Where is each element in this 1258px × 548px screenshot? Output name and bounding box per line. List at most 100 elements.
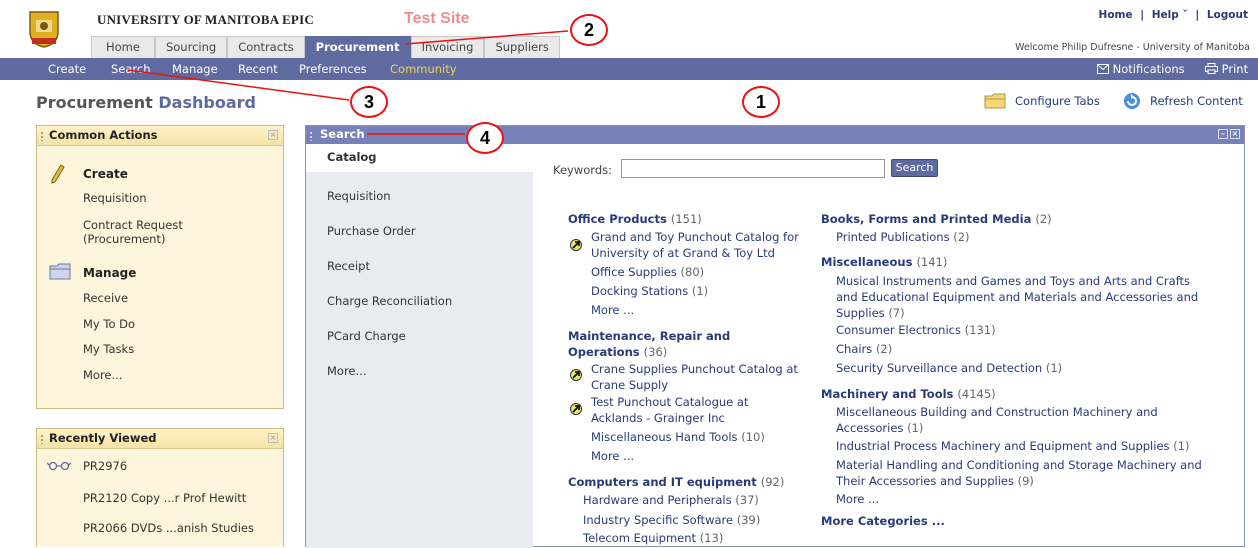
category-office-products[interactable]: Office Products (151) xyxy=(568,211,702,227)
more-link[interactable]: More... xyxy=(83,368,122,382)
contract-request-link[interactable]: Contract Request (Procurement) xyxy=(83,218,183,246)
subcategory-name: Consumer Electronics xyxy=(836,323,961,337)
subcategory-industrial-process[interactable]: Industrial Process Machinery and Equipme… xyxy=(836,438,1189,454)
punchout-crane[interactable]: Crane Supplies Punchout Catalog at Crane… xyxy=(591,361,798,393)
recent-item[interactable]: PR2976 xyxy=(83,459,127,473)
tab-sourcing[interactable]: Sourcing xyxy=(154,36,228,58)
search-menu-more[interactable]: More... xyxy=(327,364,366,378)
subcategory-line: Accessories xyxy=(836,421,904,435)
category-computers[interactable]: Computers and IT equipment (92) xyxy=(568,474,784,490)
create-heading: Create xyxy=(83,167,128,181)
subcategory-software[interactable]: Industry Specific Software (39) xyxy=(583,512,760,528)
recent-item[interactable]: PR2120 Copy ...r Prof Hewitt xyxy=(83,491,246,505)
close-icon[interactable]: × xyxy=(1230,129,1240,139)
machinery-more-link[interactable]: More ... xyxy=(836,491,879,507)
subcategory-hardware[interactable]: Hardware and Peripherals (37) xyxy=(583,492,759,508)
category-machinery[interactable]: Machinery and Tools (4145) xyxy=(821,386,996,402)
my-todo-link[interactable]: My To Do xyxy=(83,317,135,331)
search-menu-charge-reconciliation[interactable]: Charge Reconciliation xyxy=(327,294,452,308)
subcategory-count: (1) xyxy=(907,421,924,435)
subcategory-name: Industry Specific Software xyxy=(583,513,734,527)
tab-contracts[interactable]: Contracts xyxy=(227,36,305,58)
subcategory-docking-stations[interactable]: Docking Stations (1) xyxy=(591,283,708,299)
search-button[interactable]: Search xyxy=(891,159,938,177)
logout-link[interactable]: Logout xyxy=(1205,9,1250,21)
punchout-icon xyxy=(570,403,582,415)
subnav-community[interactable]: Community xyxy=(390,62,457,76)
category-count: (151) xyxy=(670,212,702,226)
category-books[interactable]: Books, Forms and Printed Media (2) xyxy=(821,211,1052,227)
subcategory-printed-publications[interactable]: Printed Publications (2) xyxy=(836,229,970,245)
common-actions-title: Common Actions xyxy=(49,128,158,142)
subcategory-name: Hardware and Peripherals xyxy=(583,493,732,507)
search-menu-requisition[interactable]: Requisition xyxy=(327,189,391,203)
notifications-link[interactable]: Notifications xyxy=(1097,62,1185,76)
search-panel-header[interactable]: Search – × xyxy=(306,126,1244,144)
category-name: Machinery and Tools xyxy=(821,387,954,401)
recently-viewed-title: Recently Viewed xyxy=(49,431,157,445)
print-label: Print xyxy=(1221,62,1249,76)
search-menu-receipt[interactable]: Receipt xyxy=(327,259,370,273)
mro-more-link[interactable]: More ... xyxy=(591,448,634,464)
subcategory-building-machinery[interactable]: Miscellaneous Building and Construction … xyxy=(836,404,1158,436)
tab-suppliers[interactable]: Suppliers xyxy=(484,36,560,58)
page-title-part1: Procurement xyxy=(36,93,153,112)
test-site-label: Test Site xyxy=(404,10,470,27)
subcategory-name: Office Supplies xyxy=(591,265,677,279)
punchout-acklands[interactable]: Test Punchout Catalogue at Acklands - Gr… xyxy=(591,394,748,426)
subcategory-count: (7) xyxy=(888,306,905,320)
subnav-create[interactable]: Create xyxy=(48,62,86,76)
sub-navigation: Create Search Manage Recent Preferences … xyxy=(0,58,1258,80)
subcategory-security[interactable]: Security Surveillance and Detection (1) xyxy=(836,360,1062,376)
subcategory-musical-instruments[interactable]: Musical Instruments and Games and Toys a… xyxy=(836,273,1198,321)
search-menu-pcard-charge[interactable]: PCard Charge xyxy=(327,329,406,343)
category-name: Books, Forms and Printed Media xyxy=(821,212,1032,226)
subnav-recent[interactable]: Recent xyxy=(238,62,278,76)
tab-invoicing[interactable]: Invoicing xyxy=(410,36,485,58)
home-link[interactable]: Home xyxy=(1097,9,1135,21)
requisition-link[interactable]: Requisition xyxy=(83,191,147,205)
category-count: (92) xyxy=(760,475,785,489)
receive-link[interactable]: Receive xyxy=(83,291,128,305)
keywords-input[interactable] xyxy=(621,159,885,178)
recent-item[interactable]: PR2066 DVDs ...anish Studies xyxy=(83,521,254,535)
print-link[interactable]: Print xyxy=(1205,62,1248,76)
more-categories-link[interactable]: More Categories ... xyxy=(821,513,945,529)
drag-handle-icon[interactable] xyxy=(40,434,44,444)
search-panel: Search – × Catalog Requisition Purchase … xyxy=(305,125,1245,548)
common-actions-header[interactable]: Common Actions × xyxy=(37,126,283,146)
subcategory-line: and Educational Equipment and Materials … xyxy=(836,290,1199,304)
recently-viewed-header[interactable]: Recently Viewed × xyxy=(37,429,283,449)
search-type-menu: Catalog Requisition Purchase Order Recei… xyxy=(306,144,533,548)
page-title: Procurement Dashboard xyxy=(36,93,256,112)
drag-handle-icon[interactable] xyxy=(40,131,44,141)
subcategory-hand-tools[interactable]: Miscellaneous Hand Tools (10) xyxy=(591,429,765,445)
search-menu-purchase-order[interactable]: Purchase Order xyxy=(327,224,416,238)
close-icon[interactable]: × xyxy=(268,130,278,140)
refresh-content-link[interactable]: Refresh Content xyxy=(1150,94,1243,108)
category-count: (36) xyxy=(643,345,668,359)
close-icon[interactable]: × xyxy=(268,433,278,443)
subnav-preferences[interactable]: Preferences xyxy=(299,62,367,76)
subcategory-material-handling[interactable]: Material Handling and Conditioning and S… xyxy=(836,457,1202,489)
help-link[interactable]: Help ˇ xyxy=(1150,9,1190,21)
category-name: Computers and IT equipment xyxy=(568,475,757,489)
subcategory-consumer-electronics[interactable]: Consumer Electronics (131) xyxy=(836,322,996,338)
category-name: Office Products xyxy=(568,212,667,226)
category-mro[interactable]: Maintenance, Repair and Operations (36) xyxy=(568,328,730,360)
subnav-manage[interactable]: Manage xyxy=(172,62,218,76)
configure-tabs-link[interactable]: Configure Tabs xyxy=(1015,94,1100,108)
punchout-grand-toy[interactable]: Grand and Toy Punchout Catalog for Unive… xyxy=(591,229,799,261)
subcategory-office-supplies[interactable]: Office Supplies (80) xyxy=(591,264,704,280)
my-tasks-link[interactable]: My Tasks xyxy=(83,342,134,356)
category-miscellaneous[interactable]: Miscellaneous (141) xyxy=(821,254,947,270)
office-more-link[interactable]: More ... xyxy=(591,302,634,318)
common-actions-panel: Common Actions × Create Requisition Cont… xyxy=(36,125,284,409)
tab-procurement[interactable]: Procurement xyxy=(304,36,411,58)
drag-handle-icon[interactable] xyxy=(309,131,313,141)
minimize-icon[interactable]: – xyxy=(1218,129,1228,139)
tab-home[interactable]: Home xyxy=(91,36,155,58)
subcategory-chairs[interactable]: Chairs (2) xyxy=(836,341,892,357)
subnav-search[interactable]: Search xyxy=(111,62,151,76)
subcategory-telecom[interactable]: Telecom Equipment (13) xyxy=(583,530,723,546)
